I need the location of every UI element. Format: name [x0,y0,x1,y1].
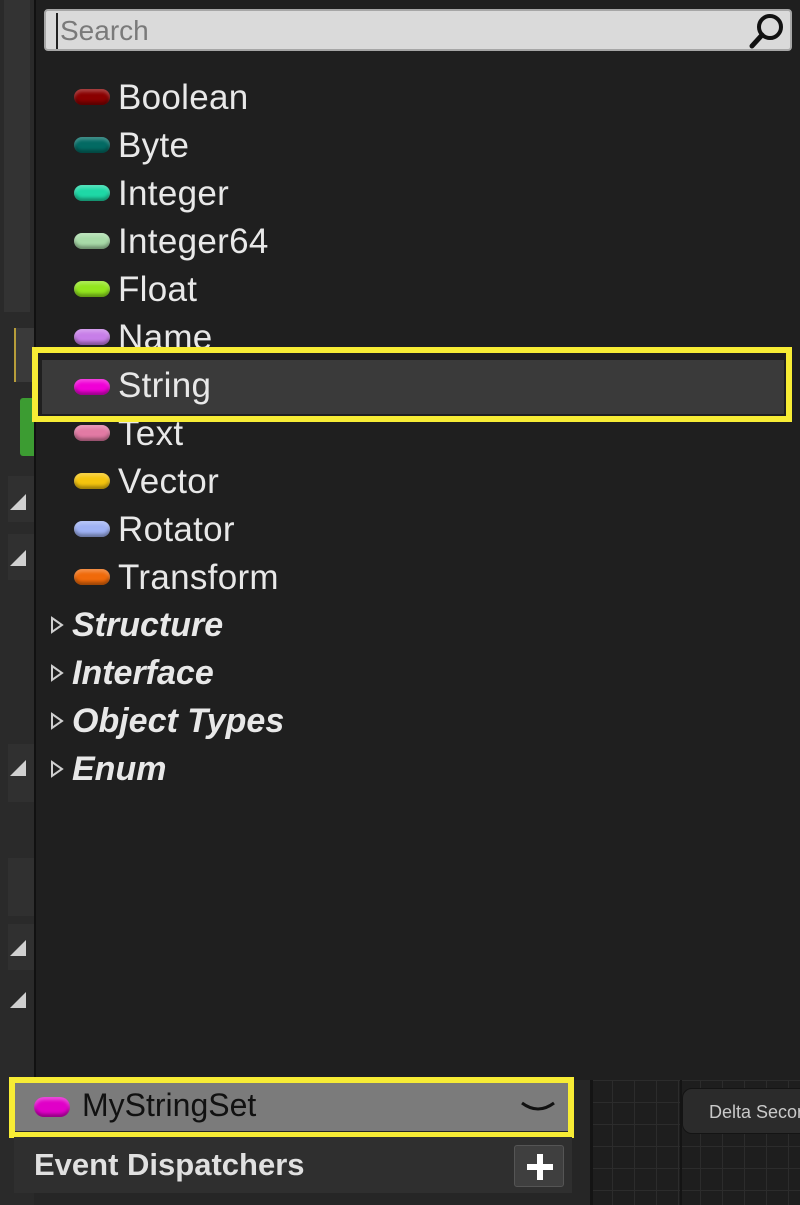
left-editor-strip [0,0,34,1205]
type-item-rotator[interactable]: Rotator [36,504,800,552]
string-pin-icon [34,1097,70,1117]
expand-triangle-icon[interactable] [10,992,26,1008]
type-item-vector[interactable]: Vector [36,456,800,504]
expand-arrow-icon[interactable] [50,616,64,634]
type-item-integer64[interactable]: Integer64 [36,216,800,264]
type-item-label: String [118,366,212,405]
type-item-label: Boolean [118,78,249,117]
search-box [44,9,792,51]
expand-arrow-icon[interactable] [50,664,64,682]
type-item-text[interactable]: Text [36,408,800,456]
expand-arrow-icon[interactable] [50,712,64,730]
type-item-label: Vector [118,462,220,501]
category-enum[interactable]: Enum [36,744,800,792]
graph-node[interactable]: Delta Seconds [682,1088,800,1134]
rotator-pin-icon [74,521,110,537]
byte-pin-icon [74,137,110,153]
search-input[interactable] [56,13,746,49]
type-item-name[interactable]: Name [36,312,800,360]
name-pin-icon [74,329,110,345]
vector-pin-icon [74,473,110,489]
type-item-label: Text [118,414,184,453]
boolean-pin-icon [74,89,110,105]
type-item-label: Integer [118,174,230,213]
expand-arrow-icon[interactable] [50,760,64,778]
transform-pin-icon [74,569,110,585]
category-label: Interface [72,654,214,692]
graph-grid-line [590,1080,593,1205]
add-event-dispatcher-button[interactable] [514,1145,564,1187]
category-structure[interactable]: Structure [36,600,800,648]
type-item-float[interactable]: Float [36,264,800,312]
type-item-label: Float [118,270,198,309]
event-dispatchers-header[interactable]: Event Dispatchers [14,1137,572,1193]
category-interface[interactable]: Interface [36,648,800,696]
expand-triangle-icon[interactable] [10,550,26,566]
left-row [8,858,34,916]
type-item-transform[interactable]: Transform [36,552,800,600]
category-label: Enum [72,750,167,788]
type-item-label: Transform [118,558,279,597]
type-item-label: Byte [118,126,190,165]
plus-icon [537,1154,543,1180]
expand-triangle-icon[interactable] [10,760,26,776]
type-item-boolean[interactable]: Boolean [36,72,800,120]
expand-triangle-icon[interactable] [10,494,26,510]
float-pin-icon [74,281,110,297]
integer-pin-icon [74,185,110,201]
chevron-down-icon[interactable] [518,1093,558,1119]
graph-node-label: Delta Seconds [709,1102,800,1122]
left-top-pane [4,0,30,312]
expand-triangle-icon[interactable] [10,940,26,956]
section-title: Event Dispatchers [34,1147,305,1182]
variable-name: MyStringSet [82,1087,257,1123]
type-item-integer[interactable]: Integer [36,168,800,216]
text-pin-icon [74,425,110,441]
category-object-types[interactable]: Object Types [36,696,800,744]
type-item-label: Rotator [118,510,235,549]
pin-type-picker-popup: Boolean Byte Integer Integer64 Float Nam… [32,0,800,1080]
type-item-byte[interactable]: Byte [36,120,800,168]
variable-type-selector[interactable]: MyStringSet [14,1083,568,1131]
left-tab-edge[interactable] [14,328,34,382]
integer64-pin-icon [74,233,110,249]
type-item-label: Name [118,318,213,357]
string-pin-icon [74,379,110,395]
add-new-button-edge[interactable] [20,398,34,456]
search-icon[interactable] [748,12,788,50]
type-item-label: Integer64 [118,222,269,261]
graph-canvas[interactable]: Delta Seconds [590,1080,800,1205]
category-label: Object Types [72,702,285,740]
category-label: Structure [72,606,224,644]
